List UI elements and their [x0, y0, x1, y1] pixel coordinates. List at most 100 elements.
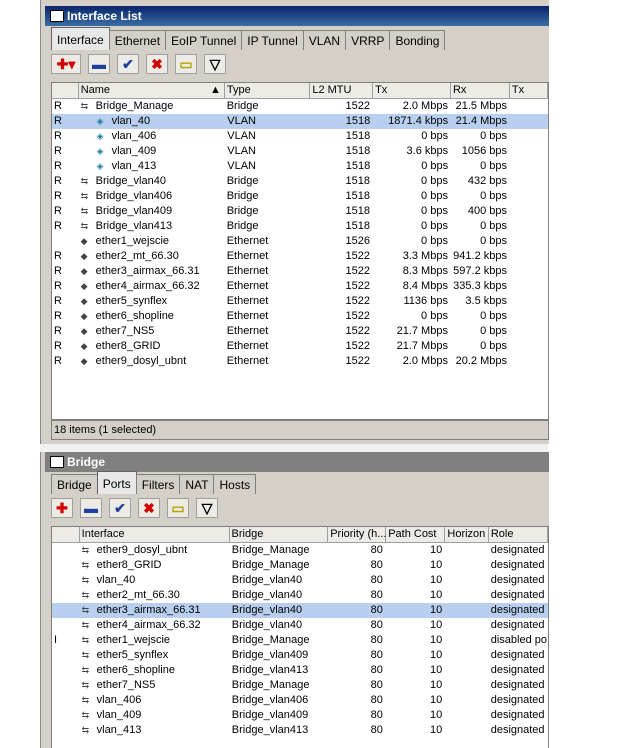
- comment-button[interactable]: ▭: [167, 498, 189, 518]
- table-row[interactable]: R ◆ ether2_mt_66.30 Ethernet 1522 3.3 Mbps 941…: [52, 249, 548, 264]
- comment-button[interactable]: ▭: [175, 54, 197, 74]
- table-row[interactable]: R ◆ ether4_airmax_66.32 Ethernet 1522 8.4 Mbp…: [52, 279, 548, 294]
- cell-l2mtu: 1522: [345, 250, 370, 262]
- table-row[interactable]: ◆ ether1_wejscie Ethernet 1526 0 bps 0 bps: [52, 234, 548, 249]
- enable-icon: ✔: [122, 55, 134, 72]
- cell-name: ◆ ether9_dosyl_ubnt: [79, 354, 225, 369]
- cell-role: designated: [490, 664, 545, 676]
- tab-ethernet[interactable]: Ethernet: [108, 30, 167, 50]
- table-row[interactable]: ⇆ ether9_dosyl_ubnt Bridge_Manage 80 10 desig…: [52, 543, 548, 558]
- table-row[interactable]: ⇆ vlan_413 Bridge_vlan413 80 10 designated: [52, 723, 548, 738]
- filter-button[interactable]: ▽: [204, 54, 226, 74]
- bridge-icon: ⇆: [80, 221, 89, 231]
- add-button[interactable]: ✚: [51, 498, 73, 518]
- tab-nat[interactable]: NAT: [179, 474, 215, 494]
- col-role[interactable]: Role: [489, 527, 548, 542]
- tab-vrrp[interactable]: VRRP: [345, 30, 391, 50]
- tab-bonding[interactable]: Bonding: [389, 30, 446, 50]
- tab-ip-tunnel[interactable]: IP Tunnel: [241, 30, 304, 50]
- bridge-titlebar[interactable]: Bridge: [45, 452, 549, 472]
- tab-hosts[interactable]: Hosts: [213, 474, 257, 494]
- cell-flag: R: [54, 340, 62, 352]
- table-row[interactable]: ⇆ ether5_synflex Bridge_vlan409 80 10 designa…: [52, 648, 548, 663]
- enable-button[interactable]: ✔: [109, 498, 131, 518]
- cell-l2mtu: 1518: [345, 220, 370, 232]
- cell-rx: 400 bps: [467, 205, 507, 217]
- table-row[interactable]: ⇆ ether3_airmax_66.31 Bridge_vlan40 80 10 des…: [52, 603, 548, 618]
- table-row[interactable]: R ◈ vlan_40 VLAN 1518 1871.4 kbps 21.4 Mbps: [52, 114, 548, 129]
- remove-button[interactable]: ▬: [88, 54, 110, 74]
- cell-tx2: [510, 324, 548, 339]
- table-row[interactable]: ⇆ vlan_40 Bridge_vlan40 80 10 designated: [52, 573, 548, 588]
- add-icon: ✚▾: [56, 55, 76, 72]
- cell-tx: 2.0 Mbps: [402, 100, 448, 112]
- cell-bridge: Bridge_vlan40: [231, 589, 303, 601]
- interface-name: ether3_airmax_66.31: [95, 265, 200, 277]
- col-tx2[interactable]: Tx: [510, 83, 548, 98]
- table-row[interactable]: ⇆ vlan_406 Bridge_vlan406 80 10 designated: [52, 693, 548, 708]
- cell-interface: ⇆ vlan_406: [80, 693, 230, 708]
- tab-ports[interactable]: Ports: [96, 471, 137, 494]
- col-interface[interactable]: Interface: [80, 527, 230, 542]
- ethernet-icon: ◆: [80, 281, 88, 291]
- cell-tx: 21.7 Mbps: [396, 325, 448, 337]
- cell-l2mtu: 1518: [345, 205, 370, 217]
- disable-button[interactable]: ✖: [138, 498, 160, 518]
- table-row[interactable]: ⇆ ether2_mt_66.30 Bridge_vlan40 80 10 designa…: [52, 588, 548, 603]
- table-row[interactable]: I ⇆ ether1_wejscie Bridge_Manage 80 10 disable…: [52, 633, 548, 648]
- cell-role: designated: [490, 574, 545, 586]
- cell-priority: 80: [370, 709, 383, 721]
- tab-bridge[interactable]: Bridge: [51, 474, 98, 494]
- enable-button[interactable]: ✔: [117, 54, 139, 74]
- table-row[interactable]: R ⇆ Bridge_vlan40 Bridge 1518 0 bps 432 bps: [52, 174, 548, 189]
- table-row[interactable]: R ◆ ether7_NS5 Ethernet 1522 21.7 Mbps 0 bps: [52, 324, 548, 339]
- tab-interface[interactable]: Interface: [51, 27, 110, 50]
- table-row[interactable]: R ◆ ether3_airmax_66.31 Ethernet 1522 8.3 Mbp…: [52, 264, 548, 279]
- cell-name: ◆ ether5_synflex: [79, 294, 225, 309]
- disable-button[interactable]: ✖: [146, 54, 168, 74]
- table-row[interactable]: R ◈ vlan_409 VLAN 1518 3.6 kbps 1056 bps: [52, 144, 548, 159]
- cell-type: Ethernet: [226, 310, 269, 322]
- interface-name: ether9_dosyl_ubnt: [95, 355, 187, 367]
- table-row[interactable]: R ⇆ Bridge_vlan413 Bridge 1518 0 bps 0 bps: [52, 219, 548, 234]
- table-row[interactable]: ⇆ vlan_409 Bridge_vlan409 80 10 designated: [52, 708, 548, 723]
- col-path-cost[interactable]: Path Cost: [386, 527, 446, 542]
- col-bridge[interactable]: Bridge: [230, 527, 329, 542]
- table-row[interactable]: R ◆ ether6_shopline Ethernet 1522 0 bps 0 bps: [52, 309, 548, 324]
- cell-rx: 941.2 kbps: [453, 250, 507, 262]
- ethernet-icon: ◆: [80, 341, 88, 351]
- table-row[interactable]: R ⇆ Bridge_Manage Bridge 1522 2.0 Mbps 21.5 Mb…: [52, 99, 548, 114]
- add-button[interactable]: ✚▾: [51, 54, 81, 74]
- table-row[interactable]: R ◆ ether8_GRID Ethernet 1522 21.7 Mbps 0 bps: [52, 339, 548, 354]
- table-row[interactable]: R ◈ vlan_413 VLAN 1518 0 bps 0 bps: [52, 159, 548, 174]
- col-name[interactable]: Name ▲: [79, 83, 225, 98]
- cell-type: VLAN: [227, 145, 257, 157]
- table-row[interactable]: R ⇆ Bridge_vlan406 Bridge 1518 0 bps 0 bps: [52, 189, 548, 204]
- col-rx[interactable]: Rx: [451, 83, 510, 98]
- col-flag[interactable]: [52, 527, 80, 542]
- cell-tx2: [510, 204, 548, 219]
- table-row[interactable]: ⇆ ether8_GRID Bridge_Manage 80 10 designated: [52, 558, 548, 573]
- remove-button[interactable]: ▬: [80, 498, 102, 518]
- tab-filters[interactable]: Filters: [135, 474, 181, 494]
- col-horizon[interactable]: Horizon: [445, 527, 489, 542]
- tab-vlan[interactable]: VLAN: [302, 30, 347, 50]
- table-row[interactable]: R ⇆ Bridge_vlan409 Bridge 1518 0 bps 400 bps: [52, 204, 548, 219]
- table-row[interactable]: ⇆ ether4_airmax_66.32 Bridge_vlan40 80 10 des…: [52, 618, 548, 633]
- table-row[interactable]: R ◆ ether5_synflex Ethernet 1522 1136 bps 3.5 …: [52, 294, 548, 309]
- col-l2mtu[interactable]: L2 MTU: [310, 83, 374, 98]
- window-title: Interface List: [67, 9, 142, 23]
- table-row[interactable]: R ◆ ether9_dosyl_ubnt Ethernet 1522 2.0 Mbps 2…: [52, 354, 548, 369]
- port-interface-name: vlan_409: [96, 709, 142, 721]
- cell-l2mtu: 1522: [345, 310, 370, 322]
- col-priority[interactable]: Priority (h...: [328, 527, 386, 542]
- table-row[interactable]: ⇆ ether6_shopline Bridge_vlan413 80 10 design…: [52, 663, 548, 678]
- filter-button[interactable]: ▽: [196, 498, 218, 518]
- interface-list-titlebar[interactable]: Interface List: [45, 6, 549, 26]
- col-flag[interactable]: [52, 83, 79, 98]
- col-type[interactable]: Type: [225, 83, 311, 98]
- tab-eoip-tunnel[interactable]: EoIP Tunnel: [165, 30, 243, 50]
- table-row[interactable]: ⇆ ether7_NS5 Bridge_Manage 80 10 designated: [52, 678, 548, 693]
- col-tx[interactable]: Tx: [373, 83, 451, 98]
- table-row[interactable]: R ◈ vlan_406 VLAN 1518 0 bps 0 bps: [52, 129, 548, 144]
